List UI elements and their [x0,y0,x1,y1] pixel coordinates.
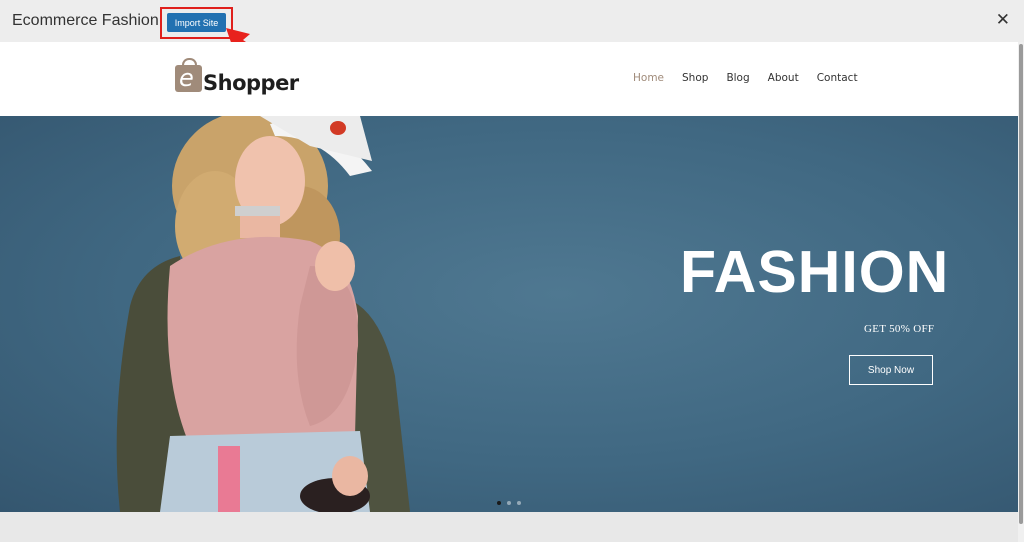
close-icon[interactable]: ✕ [996,12,1010,29]
slider-dot-3[interactable] [517,501,521,505]
site-preview: e Shopper Home Shop Blog About Contact F… [0,42,1018,512]
hero-model-image [116,116,410,512]
import-site-button[interactable]: Import Site [167,13,226,32]
site-logo[interactable]: e Shopper [175,58,299,99]
nav-item-home[interactable]: Home [633,72,664,84]
slider-dots [497,501,521,505]
nav-item-about[interactable]: About [768,72,799,84]
main-nav: Home Shop Blog About Contact [633,72,858,84]
hero-slider: FASHION GET 50% OFF Shop Now [0,116,1018,512]
slider-dot-1[interactable] [497,501,501,505]
shopping-bag-icon: e [175,58,202,92]
logo-text: Shopper [203,71,299,95]
logo-mark: e [179,64,194,92]
nav-item-blog[interactable]: Blog [726,72,749,84]
scrollbar-thumb[interactable] [1019,44,1023,524]
nav-item-contact[interactable]: Contact [817,72,858,84]
template-title: Ecommerce Fashion [12,12,159,29]
preview-top-bar: Ecommerce Fashion Import Site ✕ [0,0,1024,42]
site-header: e Shopper Home Shop Blog About Contact [0,42,1018,116]
shop-now-button[interactable]: Shop Now [849,355,933,385]
nav-item-shop[interactable]: Shop [682,72,708,84]
hero-subtitle: GET 50% OFF [864,323,935,335]
hero-title: FASHION [680,239,950,305]
slider-dot-2[interactable] [507,501,511,505]
